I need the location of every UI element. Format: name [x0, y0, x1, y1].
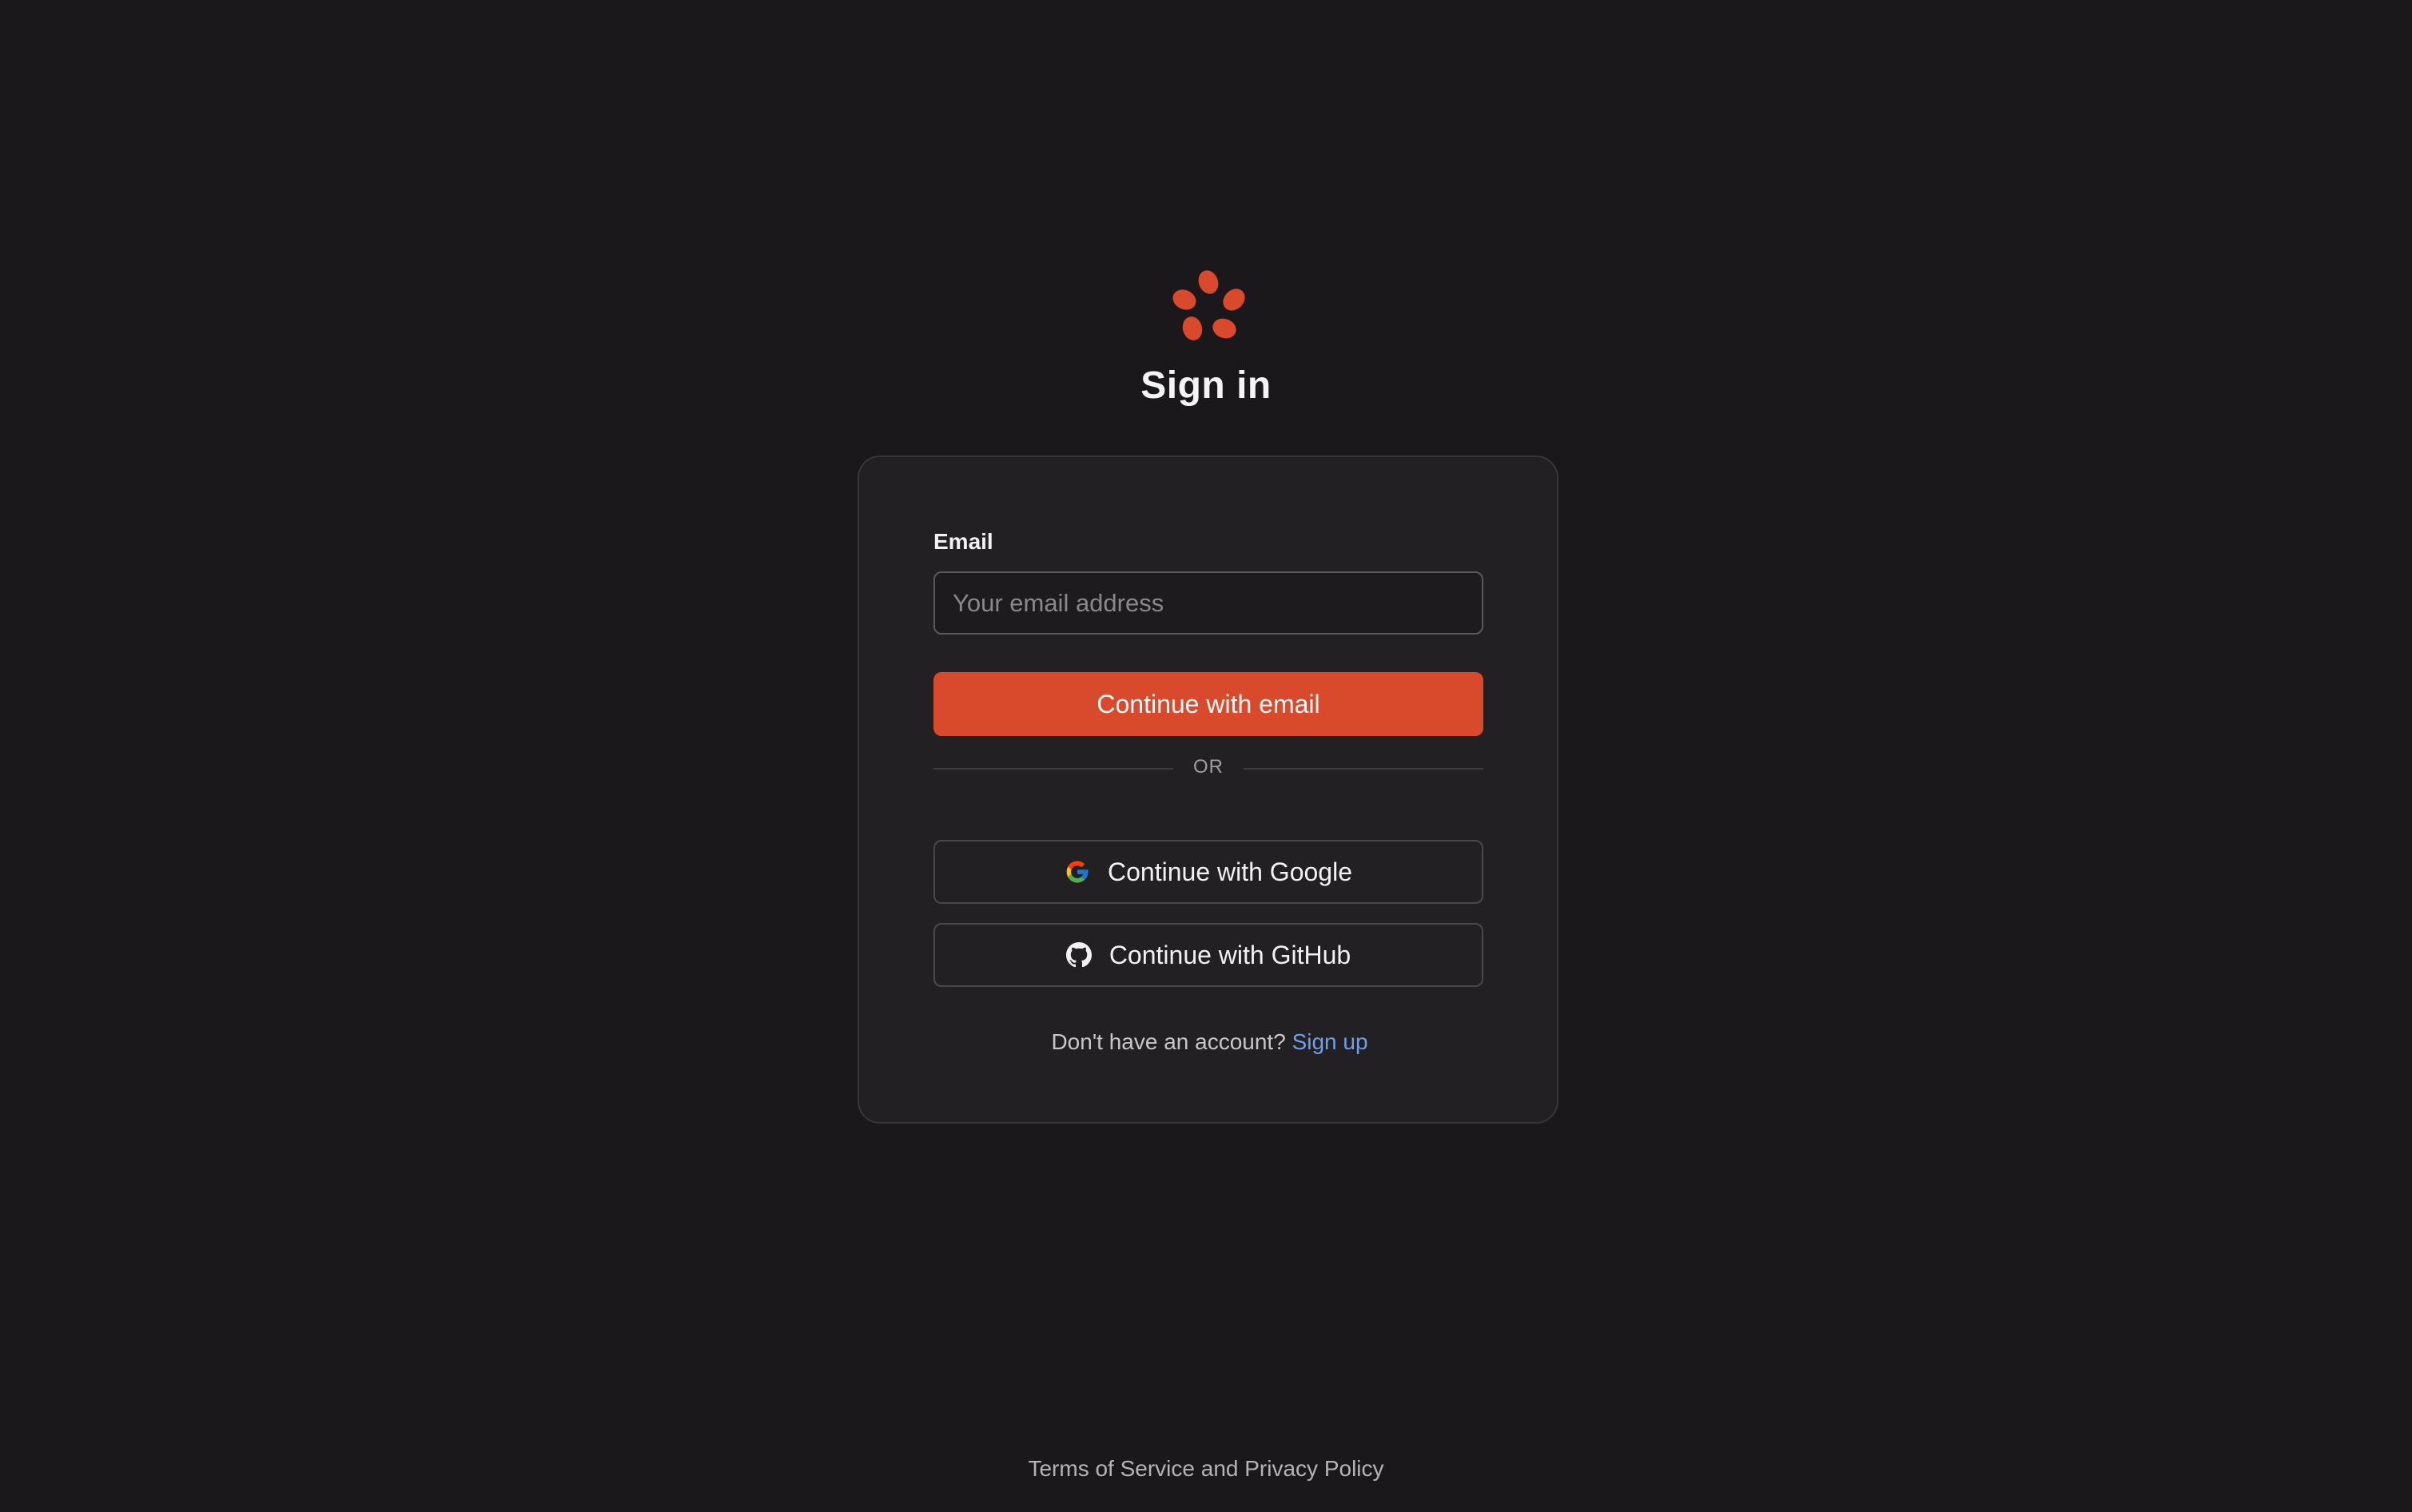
footer-and: and: [1200, 1456, 1239, 1481]
github-icon: [1065, 942, 1092, 968]
email-input[interactable]: [933, 571, 1483, 635]
brand-logo-icon: [1172, 270, 1245, 340]
continue-with-google-button[interactable]: Continue with Google: [933, 840, 1483, 904]
page-title: Sign in: [1140, 364, 1272, 407]
divider-line-right: [1244, 768, 1483, 770]
terms-of-service-link[interactable]: Terms of Service: [1028, 1456, 1195, 1481]
signup-prompt-row: Don't have an account? Sign up: [859, 1029, 1560, 1055]
divider-label: OR: [1193, 756, 1224, 778]
signup-prompt: Don't have an account?: [1051, 1029, 1286, 1054]
sign-in-page: Sign in Email Continue with email OR Con…: [0, 0, 2412, 1512]
github-button-label: Continue with GitHub: [1108, 940, 1351, 969]
sign-up-link[interactable]: Sign up: [1292, 1029, 1368, 1054]
footer: Terms of Service and Privacy Policy: [0, 1456, 2412, 1482]
email-label: Email: [933, 529, 993, 554]
google-button-label: Continue with Google: [1108, 857, 1352, 886]
sign-in-card: Email Continue with email OR Continue wi…: [858, 456, 1558, 1124]
google-icon: [1066, 861, 1089, 883]
privacy-policy-link[interactable]: Privacy Policy: [1244, 1456, 1383, 1481]
continue-with-email-button[interactable]: Continue with email: [933, 672, 1483, 736]
or-divider: OR: [933, 753, 1483, 785]
continue-with-github-button[interactable]: Continue with GitHub: [933, 923, 1483, 987]
